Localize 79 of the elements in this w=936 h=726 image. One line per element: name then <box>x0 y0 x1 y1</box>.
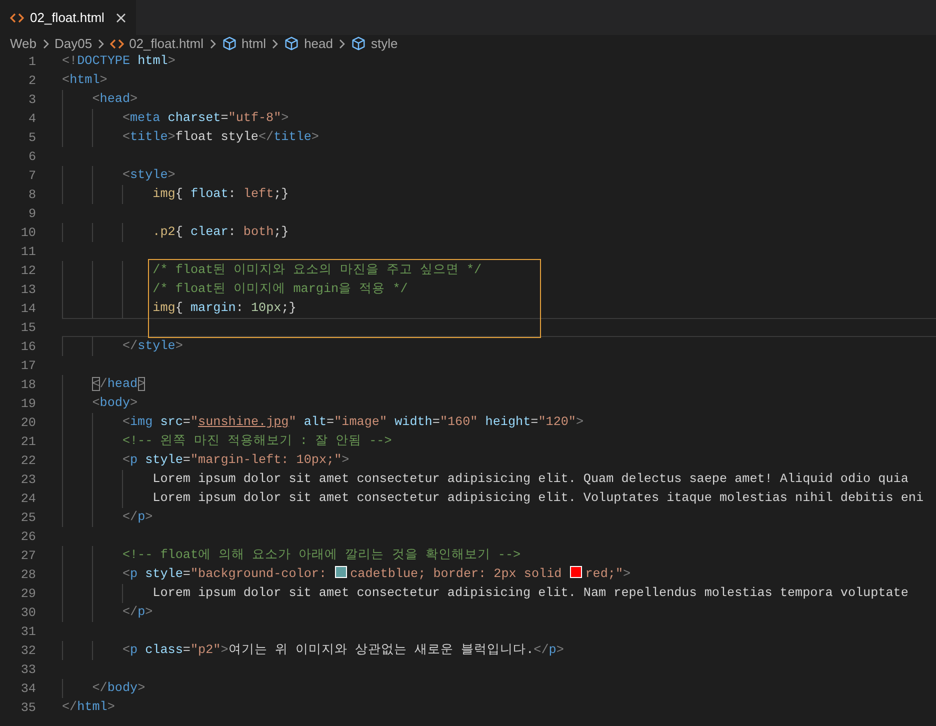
line-number: 10 <box>20 226 36 240</box>
line-number: 3 <box>27 92 36 106</box>
editor-tab[interactable]: 02_float.html <box>0 0 136 35</box>
code-line: <p style="margin-left: 10px;"> <box>62 451 936 470</box>
line-number: 6 <box>27 150 36 164</box>
code-line: img{ float: left;} <box>62 185 936 204</box>
line-number: 26 <box>20 530 36 544</box>
breadcrumb-item[interactable]: Web <box>10 36 36 51</box>
code-line: <!-- float에 의해 요소가 아래에 깔리는 것을 확인해보기 --> <box>62 546 936 565</box>
line-number: 4 <box>27 112 36 126</box>
line-number: 21 <box>20 434 36 448</box>
line-number: 20 <box>20 416 36 430</box>
breadcrumb-item[interactable]: Day05 <box>54 36 92 51</box>
close-icon[interactable] <box>116 12 126 22</box>
line-number: 34 <box>20 682 36 696</box>
chevron-icon <box>97 38 106 50</box>
breadcrumb-item[interactable]: html <box>242 36 266 51</box>
code-line: /* float된 이미지와 요소의 마진을 주고 싶으면 */ <box>62 261 936 280</box>
code-line: </style> <box>62 337 936 356</box>
line-number: 35 <box>20 700 36 714</box>
code-line: <p class="p2">여기는 위 이미지와 상관없는 새로운 블럭입니다.</p> <box>62 641 936 660</box>
line-number: 8 <box>27 188 36 202</box>
chevron-icon <box>271 38 280 50</box>
line-number: 5 <box>27 130 36 144</box>
line-number: 19 <box>20 396 36 410</box>
line-number: 7 <box>27 168 36 182</box>
code-line: <p style="background-color: cadetblue; border: 2px solid red;"> <box>62 565 936 584</box>
code-line: /* float된 이미지에 margin을 적용 */ <box>62 280 936 299</box>
line-number: 33 <box>20 662 36 676</box>
cube-icon <box>351 36 366 51</box>
code-line: <title>float style</title> <box>62 128 936 147</box>
line-number: 29 <box>20 586 36 600</box>
code-line: <!DOCTYPE html> <box>62 53 176 70</box>
code-line: </html> <box>62 699 116 716</box>
line-number: 25 <box>20 510 36 524</box>
line-number: 11 <box>20 244 36 258</box>
line-number: 24 <box>20 492 36 506</box>
breadcrumb-item[interactable]: 02_float.html <box>129 36 204 51</box>
line-number: 23 <box>20 472 36 486</box>
line-number: 12 <box>20 264 36 278</box>
line-number: 17 <box>20 358 36 372</box>
code-line: Lorem ipsum dolor sit amet consectetur adipisicing elit. Voluptates itaque molestias nihil debitis eni <box>62 489 936 508</box>
line-number: 27 <box>20 548 36 562</box>
cube-icon <box>222 36 237 51</box>
breadcrumb-item[interactable]: style <box>371 36 398 51</box>
line-number: 9 <box>27 206 36 220</box>
cube-icon <box>284 36 300 51</box>
line-number: 14 <box>20 302 36 316</box>
code-line: Lorem ipsum dolor sit amet consectetur adipisicing elit. Quam delectus saepe amet! Aliquid odio quia <box>62 470 936 489</box>
line-number: 32 <box>20 644 36 658</box>
line-number: 13 <box>20 282 36 296</box>
line-number: 28 <box>20 568 36 582</box>
chevron-icon <box>208 38 217 50</box>
line-number: 18 <box>20 378 36 392</box>
code-line: <img src="sunshine.jpg" alt="image" width="160" height="120"> <box>62 413 936 432</box>
code-line: </p> <box>62 603 936 622</box>
code-brackets-icon <box>10 12 24 22</box>
breadcrumb-item[interactable]: head <box>304 36 333 51</box>
line-number: 22 <box>20 454 36 468</box>
code-line: .p2{ clear: both;} <box>62 223 936 242</box>
code-line: <html> <box>62 72 108 89</box>
line-number: 2 <box>27 74 36 88</box>
code-brackets-icon <box>110 38 124 48</box>
chevron-icon <box>338 38 346 50</box>
line-number: 31 <box>20 624 36 638</box>
line-number: 1 <box>27 54 36 68</box>
chevron-icon <box>42 38 50 50</box>
code-line: <meta charset="utf-8"> <box>62 109 936 128</box>
code-line: <style> <box>62 166 936 185</box>
code-line: </body> <box>62 679 936 698</box>
line-number: 30 <box>20 606 36 620</box>
code-line: <body> <box>62 394 936 413</box>
code-line: img{ margin: 10px;} <box>62 299 936 318</box>
line-number: 15 <box>20 320 36 334</box>
code-line: </p> <box>62 508 936 527</box>
line-number: 16 <box>20 340 36 354</box>
code-line: <head> <box>62 90 936 109</box>
code-line: <!-- 왼쪽 마진 적용해보기 : 잘 안됨 --> <box>62 432 936 451</box>
code-line: Lorem ipsum dolor sit amet consectetur adipisicing elit. Nam repellendus molestias tempora voluptate <box>62 584 936 603</box>
